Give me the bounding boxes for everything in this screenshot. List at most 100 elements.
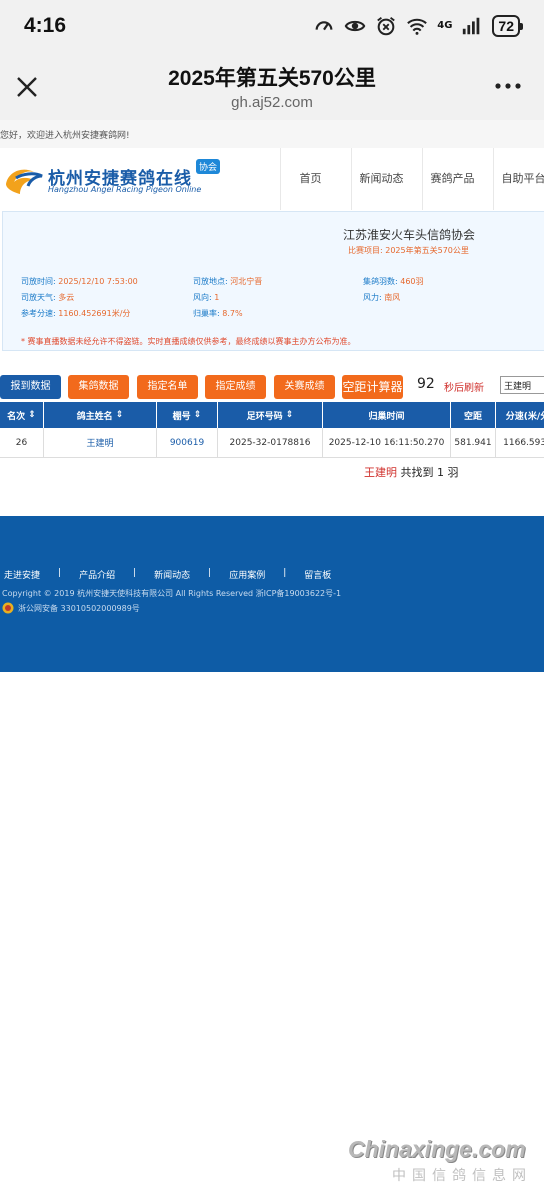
summary-text: 共找到 1 羽 [400, 466, 459, 479]
page-title: 2025年第五关570公里 [168, 67, 376, 90]
header-ring-label: 足环号码 [246, 411, 283, 422]
cell-speed: 1166.5934 [496, 428, 544, 457]
tab-collection-data[interactable]: 集鸽数据 [68, 375, 129, 399]
signal-icon [463, 17, 480, 35]
club-name: 江苏淮安火车头信鸽协会 [343, 228, 476, 242]
tab-check-in-data[interactable]: 报到数据 [0, 375, 61, 399]
divider: | [283, 568, 287, 578]
main-nav: 首页 新闻动态 赛鸽产品 自助平台 [280, 148, 544, 210]
reference-speed-label: 参考分速: [21, 309, 56, 318]
status-bar: 4:16 4G 72 [0, 0, 544, 52]
tab-stage-results[interactable]: 关赛成绩 [274, 375, 335, 399]
footer-links: 走进安捷 | 产品介绍 | 新闻动态 | 应用案例 | 留言板 [4, 568, 349, 581]
weather-label: 司放天气: [21, 293, 56, 302]
association-badge: 协会 [196, 159, 221, 174]
header-rank-label: 名次 [7, 411, 26, 422]
nav-home[interactable]: 首页 [280, 148, 340, 210]
header-speed: 分速(米/分 [496, 402, 544, 428]
summary-name: 王建明 [364, 466, 397, 479]
data-tabs: 报到数据 集鸽数据 指定名单 指定成绩 关赛成绩 空距计算器 92 秒后刷新 [0, 373, 544, 401]
return-rate: 归巢率: 8.7% [193, 308, 243, 319]
tab-distance-calculator[interactable]: 空距计算器 [342, 375, 403, 399]
header-time: 归巢时间 [323, 402, 451, 428]
browser-bar: 2025年第五关570公里 gh.aj52.com [0, 52, 544, 120]
race-item: 比赛项目: 2025年第五关570公里 [348, 245, 469, 256]
police-record[interactable]: 浙公网安备 33010502000989号 [2, 602, 140, 614]
footer-link-guestbook[interactable]: 留言板 [304, 568, 331, 581]
bird-count: 集鸽羽数: 460羽 [363, 276, 424, 287]
header-owner-label: 鸽主姓名 [76, 411, 113, 422]
search-input[interactable] [500, 376, 544, 394]
race-item-label: 比赛项目: [348, 246, 383, 255]
eye-icon [344, 20, 366, 32]
release-time: 司放时间: 2025/12/10 7:53:00 [21, 276, 138, 287]
sort-icon: ⇕ [115, 410, 124, 420]
bird-count-label: 集鸽羽数: [363, 277, 398, 286]
race-item-value: 2025年第五关570公里 [385, 246, 469, 255]
race-info-panel: 江苏淮安火车头信鸽协会 比赛项目: 2025年第五关570公里 司放时间: 20… [2, 211, 544, 351]
nav-news[interactable]: 新闻动态 [351, 148, 411, 210]
cell-distance: 581.941 [451, 428, 496, 457]
nav-products[interactable]: 赛鸽产品 [422, 148, 482, 210]
return-rate-value: 8.7% [222, 309, 243, 318]
network-type: 4G [437, 20, 453, 31]
nav-self-service[interactable]: 自助平台 [493, 148, 544, 210]
wifi-icon [407, 18, 428, 35]
sort-icon: ⇕ [28, 410, 36, 420]
sort-icon: ⇕ [285, 410, 294, 420]
sort-icon: ⇕ [193, 410, 202, 420]
header-owner[interactable]: 鸽主姓名 ⇕ [44, 402, 157, 428]
table-row: 26 王建明 900619 2025-32-0178816 2025-12-10… [0, 428, 544, 458]
header-loft[interactable]: 棚号 ⇕ [157, 402, 218, 428]
wind-power-value: 南风 [384, 293, 401, 302]
watermark-sub: 中国信鸽信息网 [392, 1168, 532, 1184]
refresh-label: 秒后刷新 [444, 383, 484, 394]
cell-ring: 2025-32-0178816 [218, 428, 323, 457]
logo-english: Hangzhou Angel Racing Pigeon Online [48, 185, 202, 194]
weather-value: 多云 [58, 293, 75, 302]
speedometer-icon [315, 21, 333, 31]
site-header: 杭州安捷赛鸽在线 Hangzhou Angel Racing Pigeon On… [0, 148, 544, 210]
footer-link-news[interactable]: 新闻动态 [154, 568, 190, 581]
status-icons: 4G 72 [313, 15, 523, 37]
header-loft-label: 棚号 [172, 411, 191, 422]
weather: 司放天气: 多云 [21, 292, 74, 303]
header-ring[interactable]: 足环号码 ⇕ [218, 402, 323, 428]
watermark: Chinaxinge.com 中国信鸽信息网 [348, 1136, 538, 1185]
divider: | [133, 568, 137, 578]
cell-time: 2025-12-10 16:11:50.270 [323, 428, 451, 457]
wind-power: 风力: 南风 [363, 292, 400, 303]
release-place-label: 司放地点: [193, 277, 228, 286]
release-time-value: 2025/12/10 7:53:00 [58, 277, 138, 286]
wind-power-label: 风力: [363, 293, 382, 302]
cell-owner[interactable]: 王建明 [44, 428, 157, 457]
page-url: gh.aj52.com [231, 94, 313, 111]
footer-link-cases[interactable]: 应用案例 [229, 568, 265, 581]
refresh-countdown: 92 [417, 376, 435, 392]
header-distance: 空距 [451, 402, 496, 428]
clock: 4:16 [24, 14, 67, 37]
copyright: Copyright © 2019 杭州安捷天使科技有限公司 All Rights… [2, 589, 342, 598]
footer-link-about[interactable]: 走进安捷 [4, 568, 40, 581]
tab-designated-results[interactable]: 指定成绩 [205, 375, 266, 399]
more-options-icon[interactable] [494, 82, 522, 90]
header-rank[interactable]: 名次 ⇕ [0, 402, 44, 428]
welcome-text: 您好，欢迎进入杭州安捷赛鸽网! [0, 120, 544, 148]
live-notice: * 赛事直播数据未经允许不得盗链。实时直播成绩仅供参考，最终成绩以赛事主办方公布… [21, 337, 356, 346]
wind-direction-value: 1 [214, 293, 220, 302]
battery-indicator: 72 [492, 15, 523, 37]
footer-link-products[interactable]: 产品介绍 [79, 568, 115, 581]
release-time-label: 司放时间: [21, 277, 56, 286]
bird-count-value: 460羽 [400, 277, 424, 286]
table-header: 名次 ⇕ 鸽主姓名 ⇕ 棚号 ⇕ 足环号码 ⇕ 归巢时间 空距 分速(米/分 [0, 402, 544, 428]
search-summary: 王建明 共找到 1 羽 [364, 464, 459, 480]
cell-loft[interactable]: 900619 [157, 428, 218, 457]
tab-designated-list[interactable]: 指定名单 [137, 375, 198, 399]
reference-speed: 参考分速: 1160.452691米/分 [21, 308, 130, 319]
wind-direction: 风向: 1 [193, 292, 219, 303]
divider: | [58, 568, 62, 578]
police-badge-icon [2, 602, 14, 614]
site-logo-icon[interactable] [2, 160, 46, 200]
divider: | [208, 568, 212, 578]
watermark-main: Chinaxinge.com [348, 1136, 526, 1162]
